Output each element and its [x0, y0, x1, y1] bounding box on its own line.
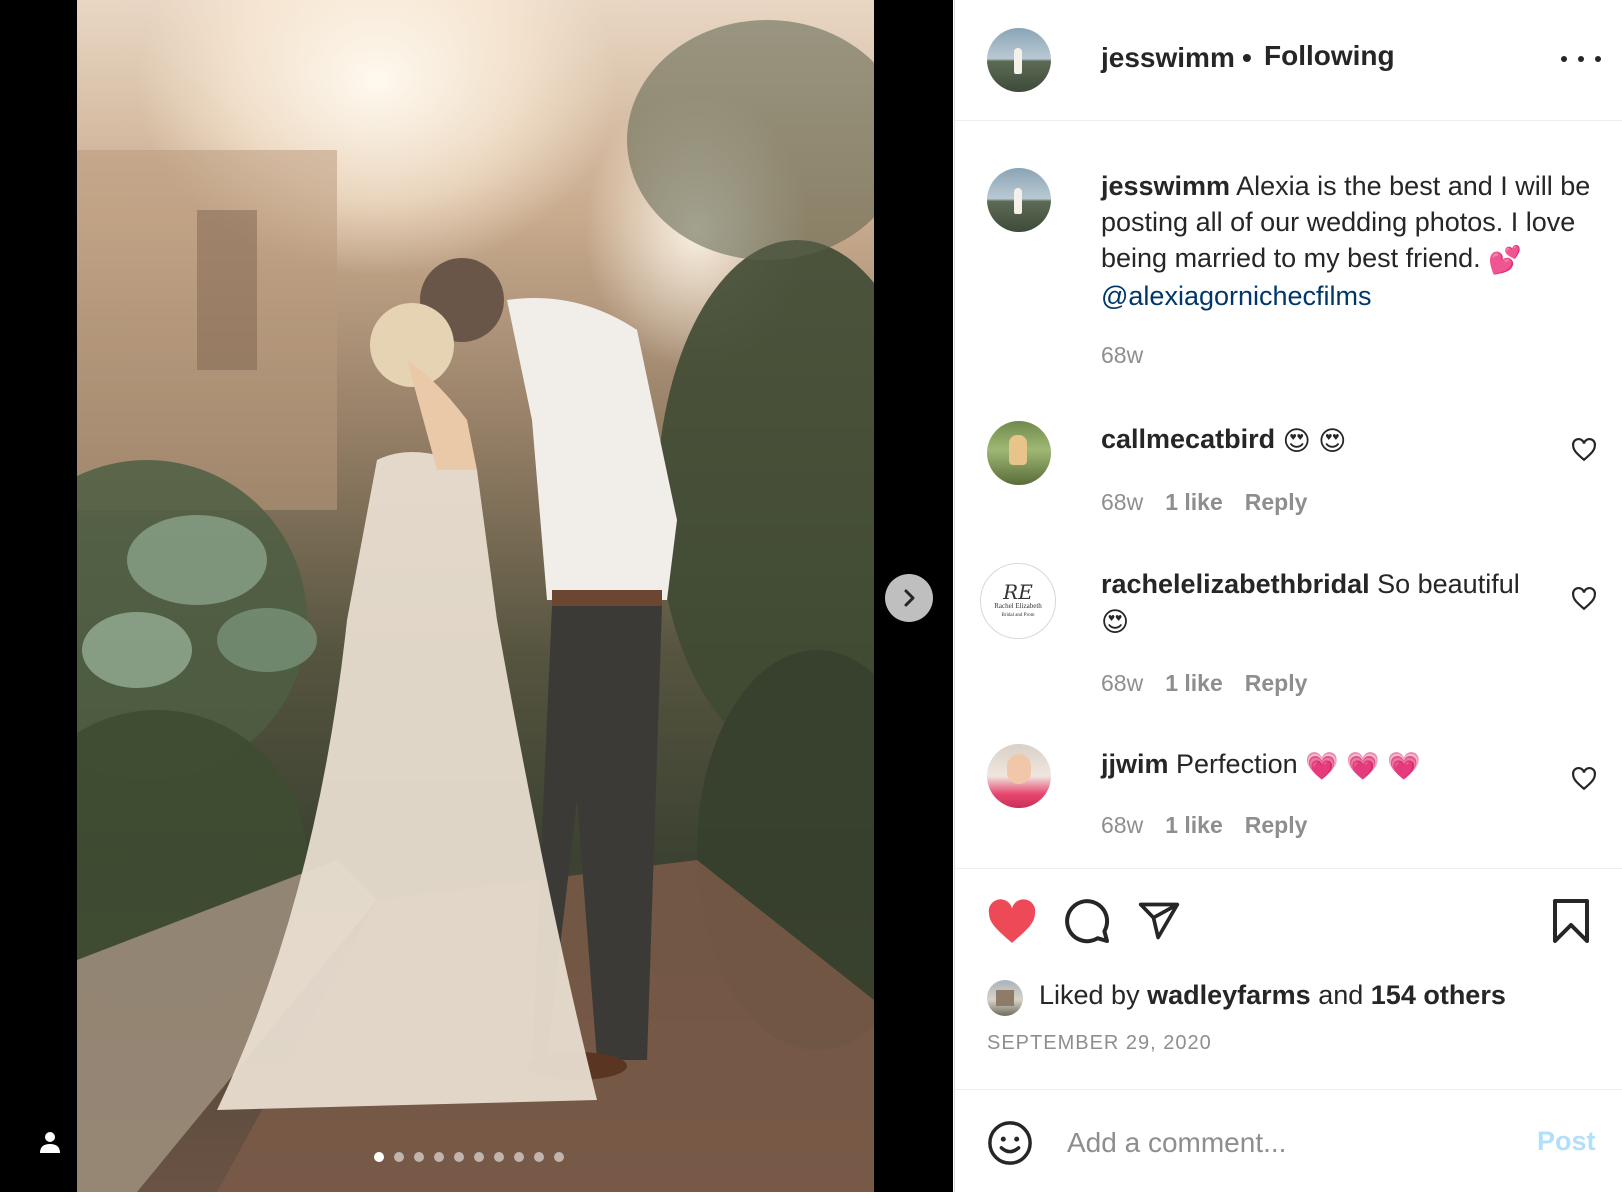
liked-by-summary: Liked by wadleyfarms and 154 others	[1039, 980, 1506, 1011]
heart-outline-icon[interactable]	[1571, 766, 1597, 792]
user-tag-icon	[40, 1132, 60, 1153]
carousel-dot	[394, 1152, 404, 1162]
post-caption: jesswimm Alexia is the best and I will b…	[1101, 168, 1601, 314]
chevron-right-icon	[904, 589, 915, 607]
post-date[interactable]: SEPTEMBER 29, 2020	[987, 1032, 1212, 1055]
comment-emoji: 💗 💗 💗	[1305, 750, 1421, 781]
comment-timestamp[interactable]: 68w	[1101, 670, 1143, 696]
heart-outline-icon[interactable]	[1571, 586, 1597, 612]
caption-author-avatar[interactable]	[987, 168, 1051, 232]
carousel-dot	[534, 1152, 544, 1162]
separator-dot: •	[1242, 42, 1252, 73]
comment-callmecatbird: callmecatbird 😍 😍	[1101, 421, 1531, 459]
comment-rachelelizabethbridal: rachelelizabethbridal So beautiful 😍	[1101, 566, 1531, 640]
others-link[interactable]: 154 others	[1371, 980, 1506, 1010]
comment-jjwim: jjwim Perfection 💗 💗 💗	[1101, 746, 1531, 784]
carousel-dot	[514, 1152, 524, 1162]
carousel-indicator	[374, 1152, 564, 1162]
share-icon[interactable]	[1136, 899, 1182, 943]
more-options-icon[interactable]	[1561, 44, 1601, 74]
post-header: jesswimm • Following	[955, 0, 1622, 121]
comment-meta: 68w 1 like Reply	[1101, 670, 1329, 697]
heart-outline-icon[interactable]	[1571, 437, 1597, 463]
post-comment-button[interactable]: Post	[1537, 1126, 1596, 1157]
liker-username-link[interactable]: wadleyfarms	[1147, 980, 1311, 1010]
comment-username[interactable]: jjwim	[1101, 749, 1169, 779]
carousel-dot	[454, 1152, 464, 1162]
photo-illustration	[77, 20, 874, 1192]
caption-mention-link[interactable]: @alexiagornichecfilms	[1101, 281, 1372, 311]
rachel-elizabeth-logo[interactable]: RE Rachel Elizabeth Bridal and Prom	[980, 563, 1056, 639]
comment-emoji: 😍	[1101, 606, 1130, 637]
callmecatbird-avatar[interactable]	[987, 421, 1051, 485]
comment-text: So beautiful	[1377, 569, 1520, 599]
liked-by-prefix: Liked by	[1039, 980, 1140, 1010]
liked-by-joiner: and	[1318, 980, 1364, 1010]
carousel-dot	[554, 1152, 564, 1162]
reply-button[interactable]: Reply	[1245, 489, 1308, 515]
jjwim-avatar[interactable]	[987, 744, 1051, 808]
caption-timestamp[interactable]: 68w	[1101, 342, 1143, 369]
logo-monogram: RE	[1003, 580, 1033, 604]
add-comment-bar: Post	[955, 1089, 1622, 1193]
comment-timestamp[interactable]: 68w	[1101, 489, 1143, 515]
reply-button[interactable]: Reply	[1245, 670, 1308, 696]
comment-meta: 68w 1 like Reply	[1101, 812, 1329, 839]
comment-likes[interactable]: 1 like	[1165, 670, 1223, 696]
author-avatar[interactable]	[987, 28, 1051, 92]
comment-timestamp[interactable]: 68w	[1101, 812, 1143, 838]
wedding-photo[interactable]	[77, 0, 874, 1192]
comment-username[interactable]: callmecatbird	[1101, 424, 1275, 454]
comment-likes[interactable]: 1 like	[1165, 812, 1223, 838]
comment-username[interactable]: rachelelizabethbridal	[1101, 569, 1370, 599]
comment-meta: 68w 1 like Reply	[1101, 489, 1329, 516]
heart-filled-icon[interactable]	[987, 899, 1037, 945]
comment-input[interactable]	[1065, 1120, 1499, 1166]
author-username[interactable]: jesswimm	[1101, 42, 1235, 74]
comment-icon[interactable]	[1063, 897, 1111, 945]
carousel-dot	[474, 1152, 484, 1162]
caption-username[interactable]: jesswimm	[1101, 171, 1230, 201]
comment-text: Perfection	[1176, 749, 1298, 779]
logo-tagline: Bridal and Prom	[1001, 613, 1035, 618]
caption-emoji: 💕	[1488, 244, 1522, 275]
next-image-button[interactable]	[885, 574, 933, 622]
liker-avatar[interactable]	[987, 980, 1023, 1016]
carousel-dot	[434, 1152, 444, 1162]
bookmark-icon[interactable]	[1551, 897, 1591, 945]
reply-button[interactable]: Reply	[1245, 812, 1308, 838]
carousel-dot	[414, 1152, 424, 1162]
post-side-panel: jesswimm • Following jesswimm Alexia is …	[954, 0, 1622, 1192]
carousel-dot	[494, 1152, 504, 1162]
emoji-icon[interactable]	[987, 1120, 1033, 1166]
carousel-dot	[374, 1152, 384, 1162]
post-media	[0, 0, 953, 1192]
logo-name: Rachel Elizabeth	[994, 602, 1042, 610]
comment-likes[interactable]: 1 like	[1165, 489, 1223, 515]
comment-emoji: 😍 😍	[1282, 425, 1347, 456]
tagged-users-button[interactable]	[36, 1128, 64, 1156]
following-button[interactable]: Following	[1264, 40, 1395, 72]
